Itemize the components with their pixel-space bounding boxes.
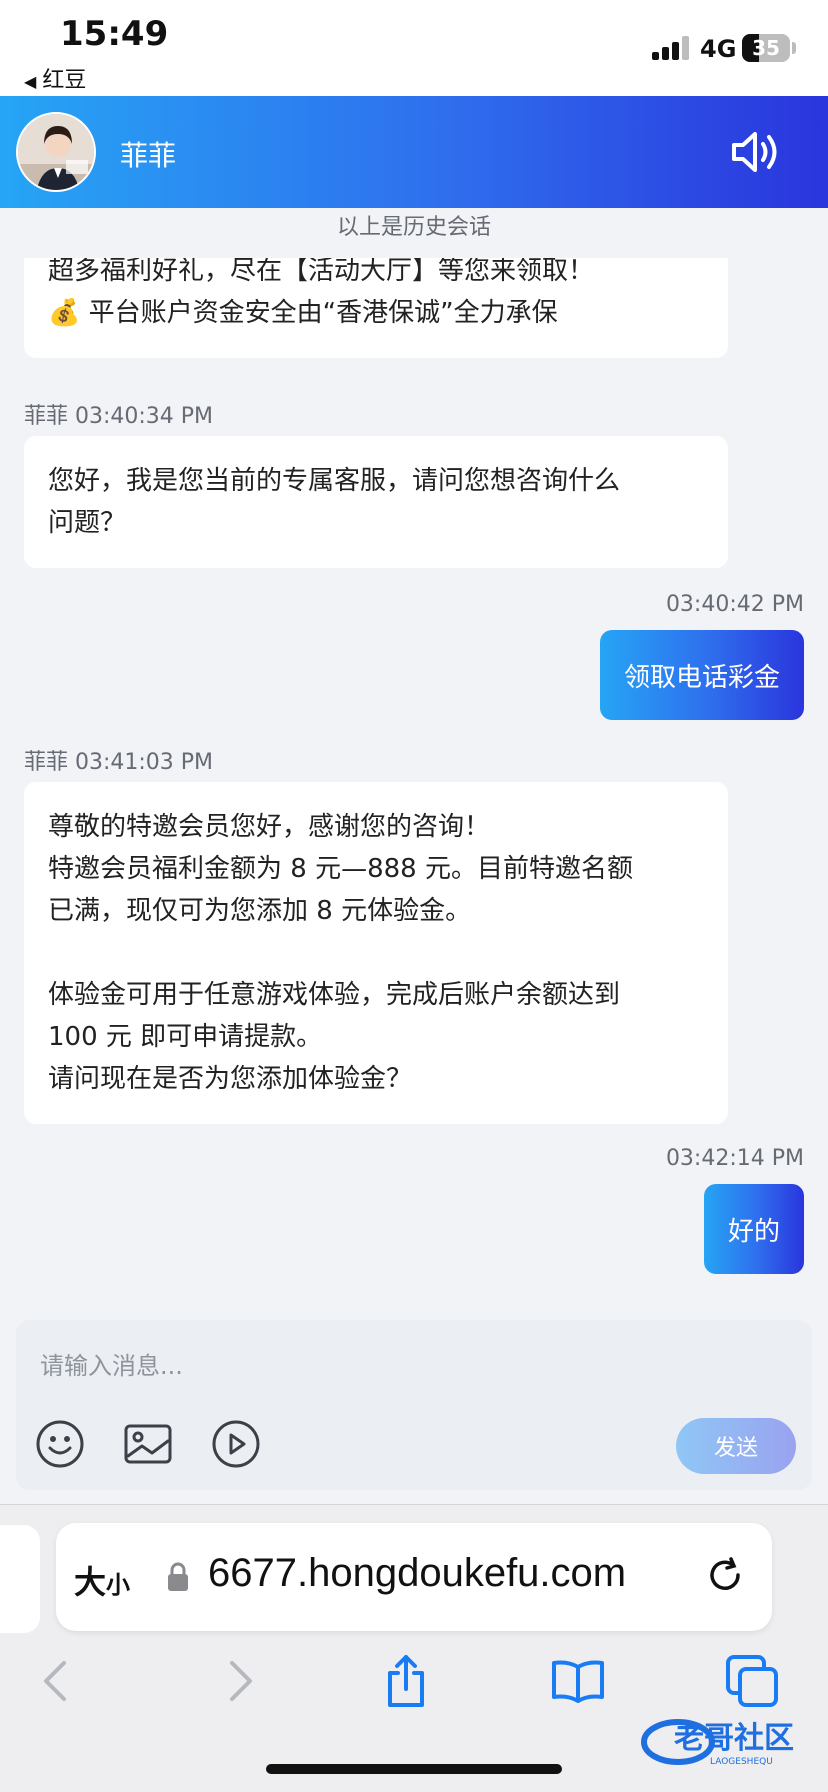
image-icon[interactable] [122,1418,174,1470]
message-line: 特邀会员福利金额为 8 元—888 元。目前特邀名额 [48,854,633,884]
battery-percent: 35 [752,36,780,60]
agent-name: 菲菲 [120,139,177,172]
message-meta: 菲菲 03:40:34 PM [24,404,214,429]
back-app-label: 红豆 [42,68,87,93]
send-button[interactable]: 发送 [676,1418,796,1474]
bookmarks-icon[interactable] [550,1653,606,1709]
battery-tip [792,42,796,54]
share-icon[interactable] [378,1653,434,1709]
message-bubble-agent: 尊敬的特邀会员您好，感谢您的咨询！ 特邀会员福利金额为 8 元—888 元。目前… [24,782,728,1124]
network-type: 4G [700,35,737,63]
message-line: 100 元 即可申请提款。 [48,1022,323,1052]
message-bubble-user: 领取电话彩金 [599,630,804,720]
watermark-subtitle: LAOGESHEQU [710,1757,773,1767]
back-triangle-icon: ◀ [24,72,37,91]
message-line: 您好，我是您当前的专属客服，请问您想咨询什么 [48,466,621,496]
text-size-small: 小 [106,1571,131,1599]
text-size-button[interactable]: 大小 [74,1557,130,1603]
message-line: 问题？ [48,508,127,538]
watermark-logo: 老哥社区 LAOGESHEQU [640,1712,820,1768]
signal-icon [652,36,696,60]
lock-icon [166,1561,190,1593]
chat-messages[interactable]: 超多福利好礼，尽在【活动大厅】等您来领取！ 💰 平台账户资金安全由“香港保诚”全… [0,258,828,1304]
message-text: 好的 [727,1216,780,1247]
text-size-big: 大 [74,1563,107,1601]
message-line: 超多福利好礼，尽在【活动大厅】等您来领取！ [48,258,595,286]
message-bubble-agent: 超多福利好礼，尽在【活动大厅】等您来领取！ 💰 平台账户资金安全由“香港保诚”全… [24,258,728,358]
status-bar: 15:49 ◀ 红豆 4G 35 [0,0,828,96]
chat-header: 菲菲 [0,96,828,208]
message-line: 💰 平台账户资金安全由“香港保诚”全力承保 [48,298,558,328]
battery-icon: 35 [742,34,790,62]
message-line: 请问现在是否为您添加体验金？ [48,1064,413,1094]
emoji-icon[interactable] [34,1418,86,1470]
message-composer: 发送 [16,1320,812,1490]
reload-icon[interactable] [704,1555,748,1599]
message-bubble-user: 好的 [703,1184,804,1274]
message-line: 尊敬的特邀会员您好，感谢您的咨询！ [48,812,491,842]
message-meta: 03:42:14 PM [665,1146,804,1171]
back-to-app-button[interactable]: ◀ 红豆 [24,62,86,94]
message-line: 体验金可用于任意游戏体验，完成后账户余额达到 [48,980,621,1010]
forward-icon[interactable] [210,1653,266,1709]
address-bar[interactable]: 大小 6677.hongdoukefu.com [56,1523,772,1631]
message-line: 已满，现仅可为您添加 8 元体验金。 [48,896,472,926]
history-note: 以上是历史会话 [336,215,491,240]
message-text: 领取电话彩金 [623,662,780,693]
tabs-icon[interactable] [724,1653,780,1709]
url-text[interactable]: 6677.hongdoukefu.com [208,1551,626,1596]
message-meta: 菲菲 03:41:03 PM [24,750,214,775]
back-icon[interactable] [30,1653,86,1709]
agent-avatar[interactable] [16,112,96,192]
message-bubble-agent: 您好，我是您当前的专属客服，请问您想咨询什么 问题？ [24,436,728,568]
previous-tab-peek[interactable] [0,1525,40,1633]
home-indicator[interactable] [266,1764,562,1774]
status-time: 15:49 [60,14,169,54]
speaker-icon[interactable] [728,126,780,178]
video-icon[interactable] [210,1418,262,1470]
watermark-title: 老哥社区 [674,1721,794,1756]
message-input[interactable] [40,1342,780,1390]
message-meta: 03:40:42 PM [665,592,804,617]
